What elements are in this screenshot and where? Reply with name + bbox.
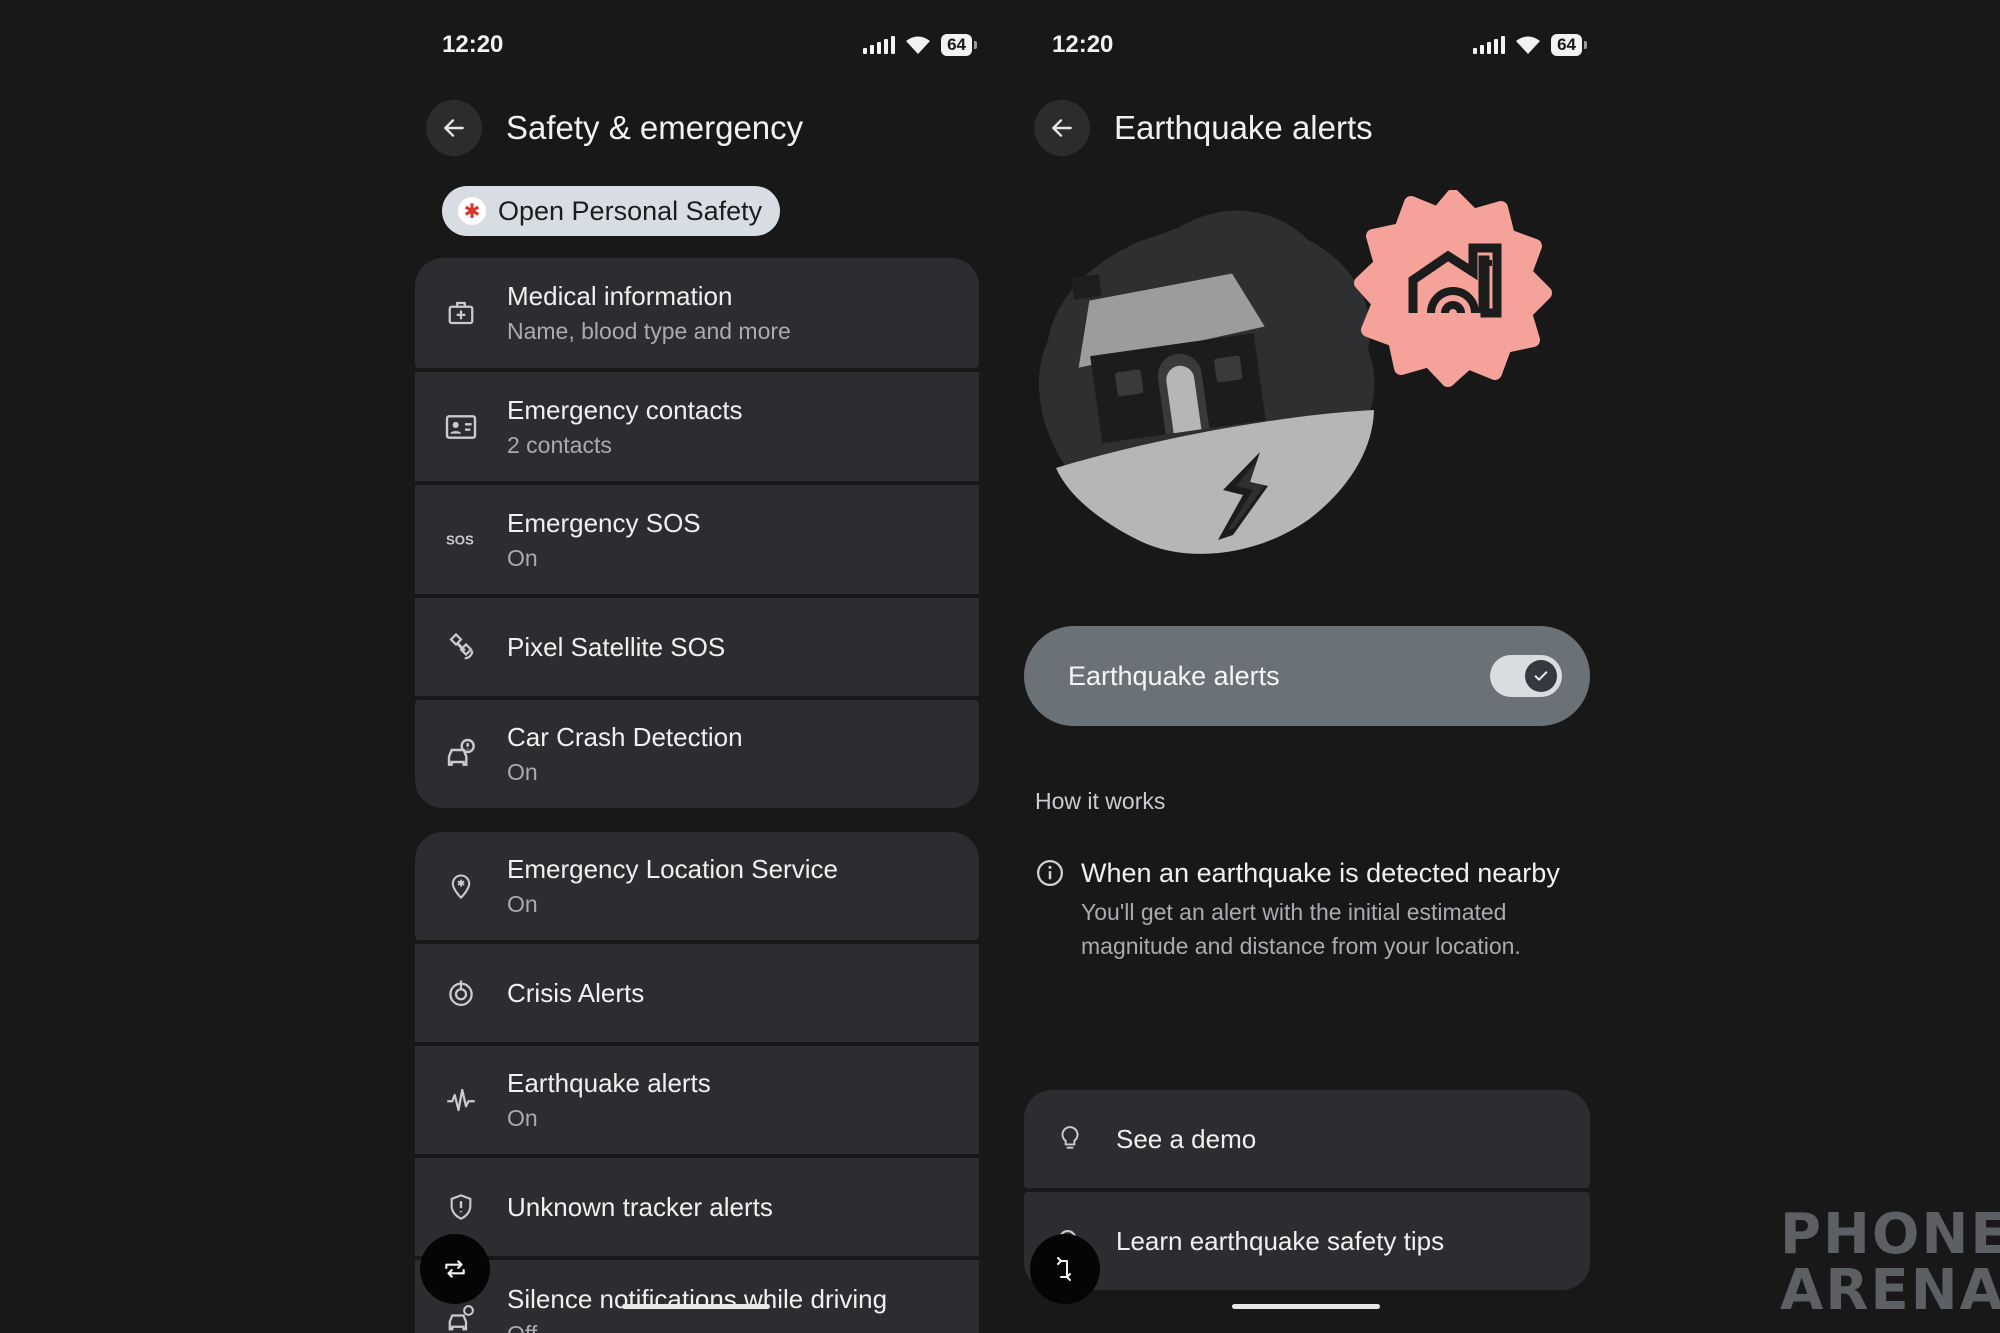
action-label: See a demo — [1116, 1123, 1257, 1154]
status-time: 12:20 — [442, 31, 504, 58]
item-title: Emergency contacts — [507, 394, 743, 425]
list-item-earthquake-alerts[interactable]: Earthquake alerts On — [415, 1046, 979, 1154]
item-title: Pixel Satellite SOS — [507, 631, 726, 662]
rotate-screen-button[interactable] — [420, 1234, 490, 1304]
toggle-label: Earthquake alerts — [1068, 660, 1280, 691]
rotate-screen-button[interactable] — [1030, 1234, 1100, 1304]
home-indicator[interactable] — [1232, 1304, 1380, 1309]
safety-settings-group-2: Emergency Location Service On Crisis Aler… — [415, 832, 979, 1333]
satellite-icon — [445, 631, 477, 663]
item-subtitle: On — [507, 759, 538, 785]
safety-settings-group-1: Medical information Name, blood type and … — [415, 258, 979, 812]
signal-icon — [863, 36, 896, 54]
list-item-medical-information[interactable]: Medical information Name, blood type and … — [415, 258, 979, 368]
status-bar: 12:20 64 — [442, 28, 977, 62]
list-item-silence-notifications-while-driving[interactable]: Silence notifications while driving Off — [415, 1260, 979, 1333]
shield-icon — [445, 1191, 477, 1223]
list-item-emergency-contacts[interactable]: Emergency contacts 2 contacts — [415, 372, 979, 481]
item-title: Earthquake alerts — [507, 1068, 711, 1098]
seismic-alert-badge-icon — [1354, 190, 1552, 387]
arrow-back-icon — [444, 119, 464, 137]
wifi-icon — [906, 36, 931, 54]
list-item-unknown-tracker-alerts[interactable]: Unknown tracker alerts — [415, 1158, 979, 1256]
item-title: Silence notifications while driving — [507, 1284, 888, 1314]
list-item-emergency-sos[interactable]: SOS Emergency SOS On — [415, 485, 979, 594]
item-title: Medical information — [507, 281, 733, 311]
earthquake-actions-group: See a demo Learn earthquake safety tips — [1024, 1090, 1590, 1294]
page-header: Earthquake alerts — [1034, 100, 1373, 156]
earthquake-alerts-toggle-row[interactable]: Earthquake alerts — [1024, 626, 1590, 726]
wifi-icon — [1516, 36, 1541, 54]
item-subtitle: On — [507, 544, 538, 571]
section-label: How it works — [1035, 788, 1166, 814]
item-subtitle: On — [507, 891, 538, 917]
item-subtitle: 2 contacts — [507, 431, 612, 458]
home-indicator[interactable] — [622, 1304, 770, 1309]
medical-info-icon — [445, 297, 477, 329]
status-time: 12:20 — [1052, 31, 1114, 58]
see-a-demo-button[interactable]: See a demo — [1024, 1090, 1590, 1188]
info-title: When an earthquake is detected nearby — [1081, 858, 1560, 888]
back-button[interactable] — [1034, 100, 1090, 156]
contact-card-icon — [445, 411, 477, 443]
repeat-icon — [445, 1260, 465, 1278]
item-title: Emergency SOS — [507, 507, 701, 538]
item-title: Emergency Location Service — [507, 854, 838, 884]
watermark-line-2: ARENA — [1780, 1258, 2000, 1323]
status-bar: 12:20 64 — [1052, 28, 1587, 62]
item-subtitle: Off — [507, 1321, 887, 1333]
rotate-icon — [1057, 1257, 1071, 1281]
list-item-car-crash-detection[interactable]: Car Crash Detection On — [415, 700, 979, 808]
status-icons: 64 — [863, 34, 977, 56]
arrow-back-icon — [1052, 119, 1072, 137]
battery-icon: 64 — [941, 34, 977, 56]
battery-icon: 64 — [1551, 34, 1587, 56]
item-title: Car Crash Detection — [507, 722, 743, 752]
list-item-emergency-location-service[interactable]: Emergency Location Service On — [415, 832, 979, 940]
item-title: Unknown tracker alerts — [507, 1191, 773, 1222]
status-icons: 64 — [1473, 34, 1587, 56]
car-icon — [445, 1302, 477, 1333]
open-personal-safety-chip[interactable]: ✱ Open Personal Safety — [442, 186, 781, 236]
back-button[interactable] — [426, 100, 482, 156]
signal-icon — [1473, 36, 1506, 54]
personal-safety-icon: ✱ — [458, 197, 486, 225]
chip-label: Open Personal Safety — [498, 195, 763, 226]
info-body: You'll get an alert with the initial est… — [1081, 899, 1521, 959]
battery-level: 64 — [947, 35, 966, 54]
list-item-crisis-alerts[interactable]: Crisis Alerts — [415, 944, 979, 1042]
phonearena-watermark: PHONE ARENA — [1780, 1202, 2000, 1323]
svg-text:SOS: SOS — [446, 532, 474, 547]
item-title: Crisis Alerts — [507, 977, 645, 1008]
crisis-icon — [445, 977, 477, 1009]
learn-safety-tips-button[interactable]: Learn earthquake safety tips — [1024, 1192, 1590, 1290]
car-crash-icon — [445, 738, 477, 770]
page-header: Safety & emergency — [426, 100, 803, 156]
sos-icon: SOS — [445, 524, 477, 556]
list-item-pixel-satellite-sos[interactable]: Pixel Satellite SOS — [415, 598, 979, 696]
item-subtitle: Name, blood type and more — [507, 318, 791, 344]
watermark-line-1: PHONE — [1780, 1202, 2000, 1267]
battery-level: 64 — [1557, 35, 1576, 54]
earthquake-illustration — [1038, 190, 1552, 554]
location-icon — [445, 870, 477, 902]
page-title: Safety & emergency — [506, 109, 804, 146]
how-it-works-info: When an earthquake is detected nearby Yo… — [1035, 854, 1575, 963]
info-icon — [1037, 860, 1063, 886]
earthquake-alerts-switch[interactable] — [1490, 655, 1562, 697]
lightbulb-icon — [1054, 1123, 1086, 1155]
item-subtitle: On — [507, 1105, 538, 1131]
page-title: Earthquake alerts — [1114, 109, 1373, 146]
seismic-icon — [445, 1084, 477, 1116]
left-phone-screen: 12:20 64 Safety & emergency ✱ Open Perso… — [400, 0, 1000, 1333]
right-phone-screen: 12:20 64 Earthquake alerts Earthquake al… — [1010, 0, 1610, 1333]
action-label: Learn earthquake safety tips — [1116, 1225, 1445, 1256]
check-icon — [1525, 660, 1557, 692]
